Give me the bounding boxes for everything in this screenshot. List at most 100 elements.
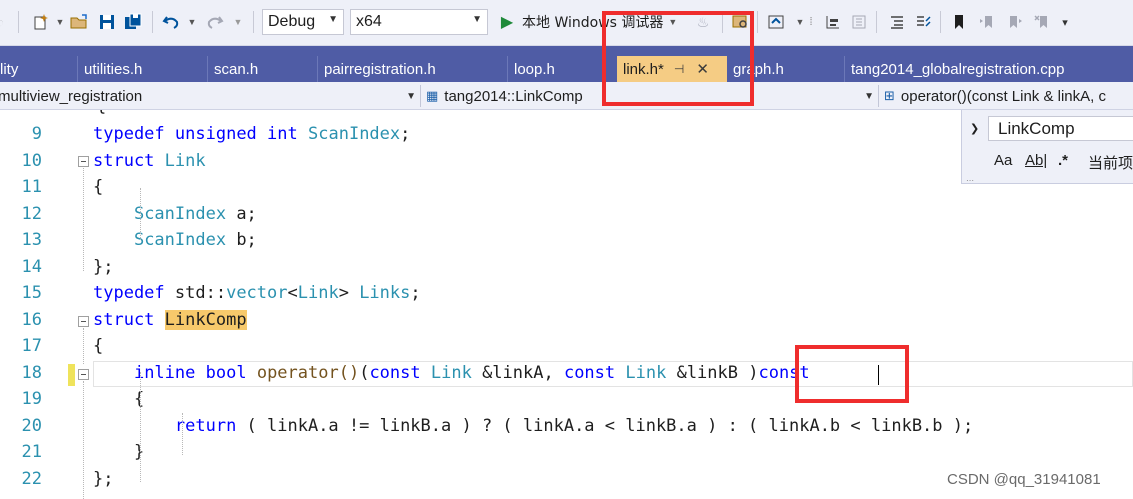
code-line[interactable]: { <box>93 174 103 200</box>
collapse-icon[interactable] <box>78 369 89 380</box>
chevron-down-icon: ▼ <box>864 90 874 102</box>
line-number: 13 <box>21 230 42 250</box>
configuration-value: Debug <box>268 13 316 30</box>
indent-guide <box>140 188 141 240</box>
fold-guide <box>83 168 84 271</box>
search-match-token: LinkComp <box>164 309 247 330</box>
undo-dropdown-icon[interactable]: ▼ <box>187 10 197 34</box>
save-all-icon[interactable] <box>122 10 144 34</box>
open-folder-icon[interactable] <box>68 10 90 34</box>
type-token: Link <box>430 362 472 383</box>
code-line[interactable]: struct LinkComp <box>93 307 247 333</box>
start-debug-icon[interactable]: ▶ <box>498 10 516 34</box>
code-line[interactable]: inline bool operator()(const Link &linkA… <box>93 360 810 386</box>
match-case-icon[interactable]: Aa <box>994 152 1012 169</box>
collapse-icon[interactable] <box>78 156 89 167</box>
code-line[interactable]: typedef std::vector<Link> Links; <box>93 280 421 306</box>
code-line[interactable]: ScanIndex a; <box>93 201 257 227</box>
regex-icon[interactable]: .* <box>1058 152 1068 169</box>
line-number: 21 <box>21 442 42 462</box>
toolbar-separator <box>757 11 758 33</box>
fold-guide <box>83 328 84 364</box>
nav-separator <box>878 85 879 107</box>
whole-word-icon[interactable]: Ab| <box>1025 152 1047 169</box>
chevron-down-icon[interactable]: ❯ <box>970 122 979 135</box>
tab-label: scan.h <box>214 60 259 78</box>
bookmark-list-icon[interactable] <box>848 10 870 34</box>
previous-bookmark-icon[interactable] <box>976 10 998 34</box>
platform-select[interactable]: x64 ▼ <box>350 9 488 35</box>
tab-loop-h[interactable]: loop.h <box>508 56 555 82</box>
code-line[interactable]: typedef unsigned int ScanIndex; <box>93 121 410 147</box>
nav-separator <box>420 85 421 107</box>
code-line[interactable]: return ( linkA.a != linkB.a ) ? ( linkA.… <box>93 413 973 439</box>
code-line[interactable]: } <box>93 439 144 465</box>
changed-line-marker <box>68 364 75 386</box>
line-number: 9 <box>31 124 42 144</box>
uncomment-icon[interactable] <box>912 10 934 34</box>
new-dropdown-icon[interactable]: ▼ <box>55 10 65 34</box>
home-icon[interactable] <box>765 10 787 34</box>
tab-pairregistration-h[interactable]: pairregistration.h <box>318 56 436 82</box>
redo-dropdown-icon[interactable]: ▼ <box>233 10 243 34</box>
configuration-select[interactable]: Debug ▼ <box>262 9 344 35</box>
undo-icon[interactable] <box>160 10 182 34</box>
type-token: Link <box>164 150 206 171</box>
toolbar: ◐ ▼ ▼ ▼ Debug ▼ x64 ▼ ▶ 本地 Windows 调试器 ▼… <box>0 0 1133 46</box>
brace-fragment: { <box>96 110 106 116</box>
line-number: 12 <box>21 203 42 224</box>
scope-name: tang2014::LinkComp <box>444 87 583 105</box>
comment-icon[interactable] <box>886 10 908 34</box>
collapse-icon[interactable] <box>78 316 89 327</box>
fold-guide <box>83 381 84 499</box>
code-line[interactable]: struct Link <box>93 148 206 174</box>
tab-utilities-h[interactable]: utilities.h <box>78 56 142 82</box>
line-number: 10 <box>21 150 42 171</box>
code-line[interactable]: }; <box>93 254 113 280</box>
tab-scan-h[interactable]: scan.h <box>208 56 258 82</box>
find-input[interactable]: LinkComp <box>988 116 1133 141</box>
outline-icon[interactable] <box>822 10 844 34</box>
code-line[interactable]: { <box>93 333 103 359</box>
toolbar-separator <box>152 11 153 33</box>
line-number: 16 <box>21 309 42 330</box>
project-name: multiview_registration <box>0 87 143 105</box>
code-line[interactable]: { <box>93 386 144 412</box>
keyword-token: const <box>369 362 421 383</box>
keyword-token: inline <box>133 362 196 383</box>
chevron-down-icon: ▼ <box>406 90 416 102</box>
new-project-icon[interactable] <box>30 10 52 34</box>
type-token: ScanIndex <box>133 203 227 224</box>
indent-guide <box>182 413 183 455</box>
toolbar-options-icon[interactable]: ▾ <box>1059 10 1071 34</box>
clear-bookmarks-icon[interactable] <box>1032 10 1054 34</box>
chevron-down-icon: ▼ <box>472 14 482 25</box>
tab-tang2014-globalregistration-cpp[interactable]: tang2014_globalregistration.cpp <box>845 56 1065 82</box>
member-select[interactable]: ⊞ operator()(const Link & linkA, c <box>884 85 1133 107</box>
project-select[interactable]: multiview_registration ▼ <box>0 85 416 107</box>
redo-icon[interactable] <box>204 10 226 34</box>
toolbar-separator <box>18 11 19 33</box>
code-token: < <box>287 283 298 303</box>
toolbar-separator <box>253 11 254 33</box>
keyword-token: int <box>267 124 298 144</box>
view-dropdown-icon[interactable]: ▼ <box>795 10 805 34</box>
annotation-box-tab <box>602 11 754 106</box>
type-token: ScanIndex <box>133 230 227 250</box>
bookmark-icon[interactable] <box>948 10 970 34</box>
code-line[interactable]: ScanIndex b; <box>93 227 257 253</box>
save-icon[interactable] <box>96 10 118 34</box>
search-scope-select[interactable]: 当前项 <box>1088 152 1133 173</box>
next-bookmark-icon[interactable] <box>1004 10 1026 34</box>
keyword-token: const <box>563 362 616 383</box>
code-line[interactable]: }; <box>93 466 113 492</box>
toolbar-overflow-icon[interactable]: ◐ <box>0 10 8 34</box>
tab-utility[interactable]: lity <box>0 56 18 82</box>
